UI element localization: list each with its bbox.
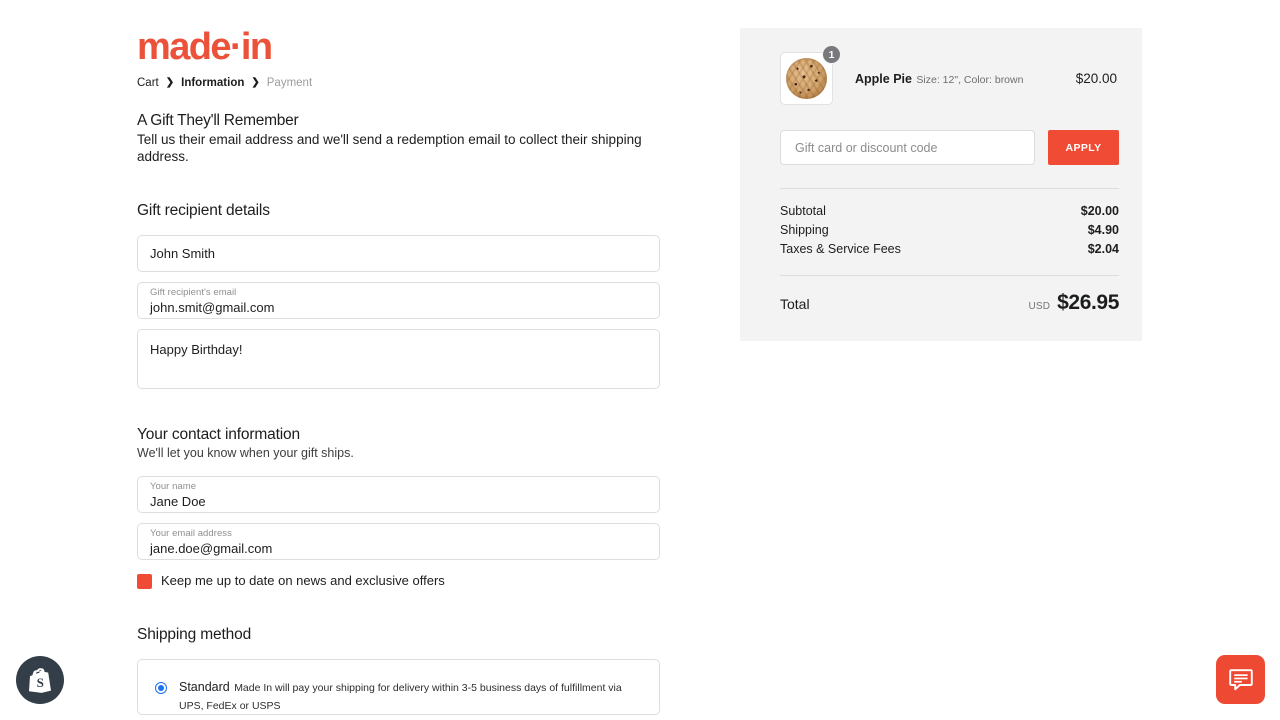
shipping-label: Shipping	[780, 221, 829, 240]
gift-message-field[interactable]: Happy Birthday!	[137, 329, 660, 389]
apply-discount-button[interactable]: APPLY	[1048, 130, 1119, 165]
your-name-value: Jane Doe	[150, 493, 647, 510]
summary-totals: Subtotal $20.00 Shipping $4.90 Taxes & S…	[780, 189, 1119, 259]
taxes-value: $2.04	[1088, 240, 1119, 259]
contact-subheading: We'll let you know when your gift ships.	[137, 445, 661, 461]
order-summary-panel: 1 Apple Pie Size: 12", Color: brown $20.…	[740, 28, 1142, 341]
shipping-option-standard[interactable]: Standard Made In will pay your shipping …	[138, 678, 659, 714]
newsletter-checkbox[interactable]	[137, 574, 152, 589]
discount-row: Gift card or discount code APPLY	[780, 130, 1119, 165]
chevron-right-icon: ❯	[251, 78, 259, 88]
chat-button[interactable]	[1216, 655, 1265, 704]
shipping-heading: Shipping method	[137, 625, 661, 644]
gift-recipient-section: Gift recipient details John Smith Gift r…	[137, 201, 661, 389]
checkout-page: made·in Cart ❯ Information ❯ Payment A G…	[0, 0, 1280, 720]
shopify-logo-icon: S	[27, 666, 53, 694]
your-name-label: Your name	[150, 481, 647, 493]
shipping-option-description: Made In will pay your shipping for deliv…	[179, 682, 622, 712]
chat-bubble-icon	[1228, 668, 1254, 692]
svg-text:S: S	[37, 675, 44, 690]
summary-line-taxes: Taxes & Service Fees $2.04	[780, 240, 1119, 259]
checkout-form-column: made·in Cart ❯ Information ❯ Payment A G…	[137, 26, 661, 715]
breadcrumb-item-payment[interactable]: Payment	[267, 76, 312, 90]
contact-fields: Your name Jane Doe Your email address ja…	[137, 476, 661, 560]
item-title: Apple Pie	[855, 72, 912, 86]
chevron-right-icon: ❯	[166, 78, 174, 88]
shipping-option-texts: Standard Made In will pay your shipping …	[179, 678, 645, 714]
summary-line-subtotal: Subtotal $20.00	[780, 202, 1119, 221]
gift-recipient-heading: Gift recipient details	[137, 201, 661, 220]
newsletter-row[interactable]: Keep me up to date on news and exclusive…	[137, 573, 661, 589]
item-thumbnail-wrap: 1	[780, 52, 833, 105]
shopify-badge[interactable]: S	[16, 656, 64, 704]
order-total-row: Total USD $26.95	[780, 276, 1119, 315]
your-email-value: jane.doe@gmail.com	[150, 540, 647, 557]
subtotal-value: $20.00	[1081, 202, 1119, 221]
your-name-field[interactable]: Your name Jane Doe	[137, 476, 660, 513]
page-description: Tell us their email address and we'll se…	[137, 132, 649, 165]
breadcrumb-item-cart[interactable]: Cart	[137, 76, 159, 90]
subtotal-label: Subtotal	[780, 202, 826, 221]
contact-heading: Your contact information	[137, 425, 661, 444]
page-title: A Gift They'll Remember	[137, 111, 661, 130]
shipping-option-name: Standard	[179, 680, 230, 694]
made-in-logo[interactable]: made·in	[137, 26, 661, 68]
order-line-item: 1 Apple Pie Size: 12", Color: brown $20.…	[780, 48, 1119, 105]
gift-recipient-fields: John Smith Gift recipient's email john.s…	[137, 235, 661, 389]
gift-message-value: Happy Birthday!	[150, 341, 647, 358]
shipping-value: $4.90	[1088, 221, 1119, 240]
intro-block: A Gift They'll Remember Tell us their em…	[137, 111, 661, 165]
total-currency: USD	[1028, 301, 1050, 312]
recipient-name-field[interactable]: John Smith	[137, 235, 660, 272]
recipient-email-field[interactable]: Gift recipient's email john.smit@gmail.c…	[137, 282, 660, 319]
item-variant: Size: 12", Color: brown	[916, 74, 1023, 86]
your-email-label: Your email address	[150, 528, 647, 540]
your-email-field[interactable]: Your email address jane.doe@gmail.com	[137, 523, 660, 560]
item-info: Apple Pie Size: 12", Color: brown	[855, 70, 1076, 88]
item-price: $20.00	[1076, 70, 1117, 87]
recipient-name-value: John Smith	[150, 246, 647, 262]
breadcrumb-item-information[interactable]: Information	[181, 76, 244, 90]
pie-graphic	[786, 58, 827, 99]
recipient-email-label: Gift recipient's email	[150, 287, 647, 299]
shipping-standard-radio[interactable]	[155, 682, 167, 694]
contact-information-section: Your contact information We'll let you k…	[137, 425, 661, 589]
item-quantity-badge: 1	[822, 45, 841, 64]
breadcrumb: Cart ❯ Information ❯ Payment	[137, 76, 661, 90]
shipping-method-section: Shipping method Standard Made In will pa…	[137, 625, 661, 715]
taxes-label: Taxes & Service Fees	[780, 240, 901, 259]
recipient-email-value: john.smit@gmail.com	[150, 299, 647, 316]
total-amount: $26.95	[1057, 291, 1119, 315]
discount-code-input[interactable]: Gift card or discount code	[780, 130, 1035, 165]
newsletter-label: Keep me up to date on news and exclusive…	[161, 573, 445, 589]
shipping-options-box: Standard Made In will pay your shipping …	[137, 659, 660, 715]
total-label: Total	[780, 295, 810, 313]
total-amount-group: USD $26.95	[1028, 291, 1119, 315]
summary-line-shipping: Shipping $4.90	[780, 221, 1119, 240]
